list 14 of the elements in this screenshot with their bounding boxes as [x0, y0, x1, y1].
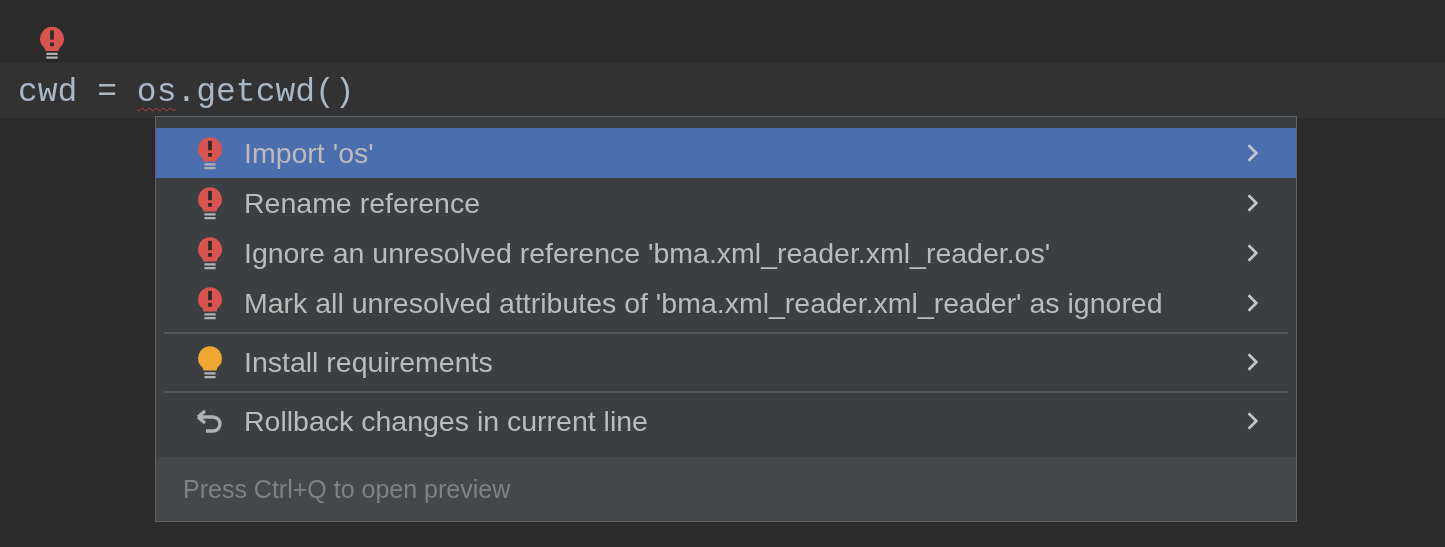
error-lightbulb-icon[interactable] — [38, 25, 66, 60]
menu-item[interactable]: Rollback changes in current line — [156, 396, 1296, 446]
lightbulb-icon — [196, 345, 224, 379]
preview-hint: Press Ctrl+Q to open preview — [183, 474, 511, 504]
error-lightbulb-icon — [196, 286, 224, 320]
error-lightbulb-icon — [196, 236, 224, 270]
menu-item[interactable]: Mark all unresolved attributes of 'bma.xml_reader.xml_reader' as ignored — [156, 278, 1296, 328]
menu-item[interactable]: Ignore an unresolved reference 'bma.xml_reader.xml_reader.os' — [156, 228, 1296, 278]
menu-item[interactable]: Rename reference — [156, 178, 1296, 228]
code-line: cwd = os.getcwd() — [18, 73, 355, 111]
error-lightbulb-icon — [196, 136, 224, 170]
undo-icon — [194, 408, 224, 434]
menu-item[interactable]: Install requirements — [156, 337, 1296, 387]
error-lightbulb-icon — [196, 186, 224, 220]
